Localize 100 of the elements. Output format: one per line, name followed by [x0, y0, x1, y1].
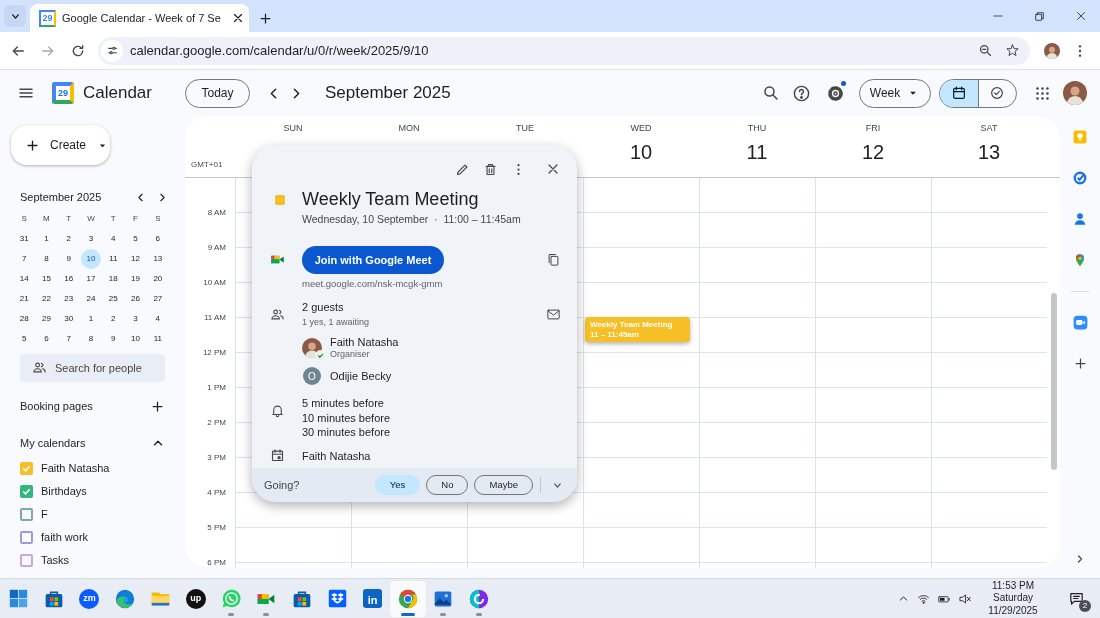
- mini-calendar-day[interactable]: 1: [36, 229, 57, 249]
- mini-calendar-day[interactable]: 9: [58, 249, 79, 269]
- mini-calendar-day[interactable]: 30: [58, 309, 79, 329]
- mini-calendar-day[interactable]: 31: [14, 229, 35, 249]
- taskbar-item[interactable]: zm: [71, 580, 108, 617]
- add-app-icon[interactable]: [1072, 356, 1088, 371]
- contacts-app-icon[interactable]: [1073, 211, 1087, 226]
- close-window-icon[interactable]: [1074, 9, 1088, 23]
- join-meeting-button[interactable]: Join with Google Meet: [302, 245, 444, 274]
- hour-label: 11 AM: [203, 311, 226, 324]
- mini-calendar-day[interactable]: 24: [81, 289, 101, 309]
- mini-calendar-day[interactable]: 26: [125, 289, 146, 309]
- mini-calendar-day[interactable]: 18: [103, 269, 124, 289]
- mini-calendar-day[interactable]: 17: [81, 269, 101, 289]
- restore-icon[interactable]: [1033, 9, 1046, 23]
- search-icon[interactable]: [762, 84, 780, 102]
- calendar-view-toggle[interactable]: [940, 79, 978, 107]
- apps-icon[interactable]: [1033, 84, 1051, 102]
- create-button[interactable]: Create: [11, 125, 110, 165]
- linkedin-app-icon[interactable]: in: [363, 589, 383, 608]
- mini-calendar-day[interactable]: 12: [125, 249, 146, 269]
- email-icon[interactable]: [545, 306, 561, 322]
- star-icon[interactable]: [1005, 43, 1020, 58]
- people-search-field[interactable]: Search for people: [20, 354, 165, 382]
- mini-calendar-day[interactable]: 15: [36, 269, 57, 289]
- calendar-checkbox[interactable]: [20, 531, 33, 544]
- calendar-checkbox[interactable]: [20, 485, 33, 498]
- help-icon[interactable]: [791, 83, 811, 103]
- design-app-icon[interactable]: [468, 588, 489, 609]
- tasks-app-icon[interactable]: [1073, 170, 1087, 185]
- calendar-favicon: 29: [39, 9, 56, 27]
- mini-calendar-day[interactable]: 29: [36, 309, 57, 329]
- mini-calendar-day[interactable]: 8: [36, 249, 57, 269]
- mini-calendar-day[interactable]: 10: [81, 249, 101, 269]
- hour-label: 5 PM: [207, 521, 226, 534]
- address-bar[interactable]: calendar.google.com/calendar/u/0/r/week/2025/9/10: [98, 36, 1030, 65]
- taskbar-item[interactable]: [390, 580, 426, 617]
- mini-calendar-day[interactable]: 1: [81, 309, 101, 329]
- mini-calendar-day[interactable]: 5: [14, 329, 35, 349]
- reload-icon[interactable]: [70, 42, 86, 59]
- mini-calendar-day[interactable]: 4: [147, 309, 168, 329]
- map-pin-icon[interactable]: [1073, 252, 1087, 267]
- mini-calendar-day[interactable]: 3: [81, 229, 101, 249]
- mini-calendar-day[interactable]: 25: [103, 289, 124, 309]
- mini-calendar-day[interactable]: 6: [147, 229, 168, 249]
- calendar-checkbox[interactable]: [20, 554, 33, 567]
- browser-app-icon[interactable]: [114, 588, 135, 609]
- mini-calendar-day[interactable]: 5: [125, 229, 146, 249]
- calendar-checkbox[interactable]: [20, 462, 33, 475]
- weekday-label: F: [133, 213, 138, 225]
- mini-calendar-day[interactable]: 27: [147, 289, 168, 309]
- zoom-app-icon[interactable]: zm: [79, 588, 100, 609]
- mini-calendar-day[interactable]: 23: [58, 289, 79, 309]
- mini-calendar-day[interactable]: 19: [125, 269, 146, 289]
- mini-calendar-day[interactable]: 16: [58, 269, 79, 289]
- upwork-app-icon[interactable]: up: [185, 588, 206, 609]
- settings-icon[interactable]: [825, 83, 845, 103]
- mini-calendar-day[interactable]: 21: [14, 289, 35, 309]
- zoom-icon[interactable]: [978, 43, 993, 58]
- mini-calendar-day[interactable]: 14: [14, 269, 35, 289]
- copy-icon[interactable]: [545, 252, 561, 268]
- mini-calendar-day[interactable]: 20: [147, 269, 168, 289]
- calendar-name[interactable]: Birthdays: [41, 483, 87, 500]
- calendar-name[interactable]: Faith Natasha: [41, 460, 110, 477]
- taskbar-item[interactable]: in: [354, 580, 391, 617]
- mini-calendar-day[interactable]: 6: [36, 329, 57, 349]
- mini-calendar-day[interactable]: 4: [103, 229, 124, 249]
- mini-calendar-day[interactable]: 7: [14, 249, 35, 269]
- mini-calendar-day[interactable]: 2: [103, 309, 124, 329]
- meeting-link[interactable]: meet.google.com/nsk-mcgk-gmm: [302, 276, 577, 291]
- mini-calendar-day[interactable]: 28: [14, 309, 35, 329]
- mini-calendar-day[interactable]: 3: [125, 309, 146, 329]
- chrome-icon[interactable]: [398, 588, 418, 609]
- mini-calendar-day[interactable]: 2: [58, 229, 79, 249]
- mini-calendar-day[interactable]: 22: [36, 289, 57, 309]
- browser-tab[interactable]: 29 Google Calendar - Week of 7 Se: [30, 4, 249, 32]
- mini-calendar-day[interactable]: 8: [81, 329, 101, 349]
- calendar-name[interactable]: F: [41, 506, 48, 523]
- wifi-icon[interactable]: [917, 592, 930, 605]
- windows-start-icon[interactable]: [9, 589, 29, 608]
- scrollbar-thumb[interactable]: [1050, 293, 1057, 470]
- taskbar-item[interactable]: up: [177, 580, 214, 617]
- rsvp-option[interactable]: Yes: [374, 475, 421, 495]
- mini-calendar-day[interactable]: 7: [58, 329, 79, 349]
- dropbox-icon[interactable]: [327, 589, 347, 608]
- mini-calendar-day[interactable]: 11: [103, 249, 124, 269]
- calendar-name[interactable]: faith work: [41, 529, 89, 546]
- volume-muted-icon[interactable]: [958, 591, 972, 606]
- add-icon[interactable]: [150, 398, 165, 414]
- video-app-icon[interactable]: [1072, 315, 1088, 330]
- clock[interactable]: 11:53 PM Saturday 11/29/2025: [978, 579, 1048, 618]
- mini-calendar-day[interactable]: 11: [147, 329, 168, 349]
- calendar-checkbox[interactable]: [20, 508, 33, 521]
- tab-search-button[interactable]: [4, 5, 26, 27]
- new-tab-icon[interactable]: [258, 10, 274, 26]
- calendar-name[interactable]: Tasks: [41, 552, 70, 569]
- mini-calendar-day[interactable]: 10: [125, 329, 146, 349]
- mini-calendar-day[interactable]: 13: [147, 249, 168, 269]
- mini-calendar-day[interactable]: 9: [103, 329, 124, 349]
- site-info-button[interactable]: [101, 39, 123, 62]
